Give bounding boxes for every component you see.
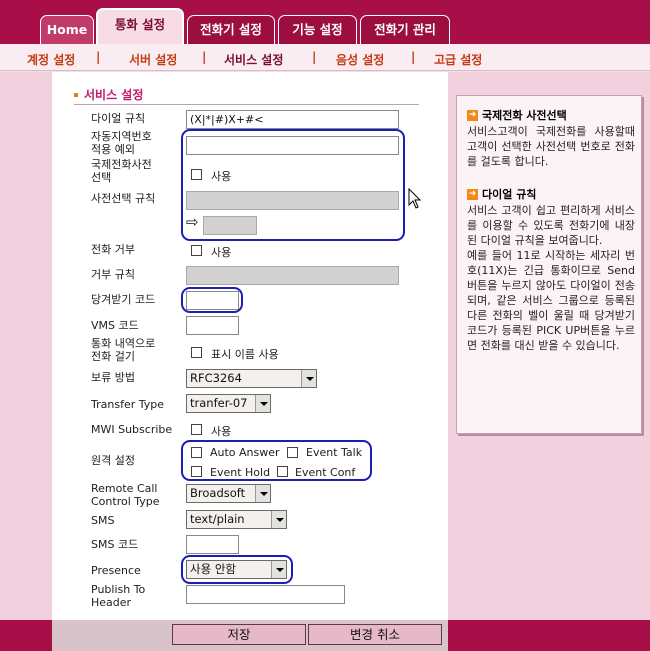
sms-code-input[interactable] [186,535,239,554]
reject-rule-label: 거부 규칙 [91,268,135,281]
highlight-box [181,555,293,584]
tab-call-settings[interactable]: 통화 설정 [96,8,184,45]
bullet-icon [74,92,78,97]
display-name-checkbox-label: 표시 이름 사용 [211,348,279,361]
sms-select[interactable]: text/plain [186,510,287,529]
area-code-label: 자동지역번호 적용 예외 [91,130,152,156]
highlight-box [181,129,405,241]
section-divider [74,104,419,105]
chevron-down-icon[interactable] [255,395,270,412]
hold-method-value: RFC3264 [190,371,242,385]
help-title-intl: ➜ 국제전화 사전선택 [467,109,567,122]
subnav-separator: | [202,50,207,64]
reject-rule-input [186,266,399,285]
prefix-rule-label: 사전선택 규칙 [91,192,156,205]
tab-home[interactable]: Home [40,15,94,44]
intl-preselect-label: 국제전화사전 선택 [91,158,152,184]
subnav-separator: | [312,50,317,64]
hold-method-label: 보류 방법 [91,371,135,384]
presence-label: Presence [91,564,141,577]
publish-to-header-input[interactable] [186,585,345,604]
transfer-type-label: Transfer Type [91,398,164,411]
vms-code-input[interactable] [186,316,239,335]
subnav-advanced[interactable]: 고급 설정 [434,51,482,68]
subnav-separator: | [411,50,416,64]
vms-code-label: VMS 코드 [91,319,139,332]
mouse-cursor-icon [408,188,422,209]
call-reject-label: 전화 거부 [91,243,135,256]
transfer-type-select[interactable]: tranfer-07 [186,394,271,413]
tab-feature-settings[interactable]: 기능 설정 [278,15,357,44]
tab-phone-settings[interactable]: 전화기 설정 [187,15,275,44]
highlight-box [181,287,243,313]
hold-method-select[interactable]: RFC3264 [186,369,317,388]
help-text-dial-rule-1: 서비스 고객이 쉽고 편리하게 서비스를 이용할 수 있도록 전화기에 내장된 … [467,204,635,247]
help-panel: ➜ 국제전화 사전선택 서비스고객이 국제전화를 사용할때 고객이 선택한 사전… [456,95,642,434]
sms-label: SMS [91,514,115,527]
display-name-checkbox[interactable] [191,347,202,358]
section-title: 서비스 설정 [74,86,143,103]
subnav-server[interactable]: 서버 설정 [129,51,177,68]
subnav-audio[interactable]: 음성 설정 [336,51,384,68]
highlight-box [181,440,372,481]
sms-value: text/plain [190,512,245,526]
tab-phone-management[interactable]: 전화기 관리 [360,15,450,44]
publish-to-header-label: Publish To Header [91,583,146,609]
left-margin [0,72,52,620]
chevron-down-icon[interactable] [255,485,270,502]
dial-rule-label: 다이얼 규칙 [91,112,146,125]
arrow-right-icon: ➜ [467,189,478,200]
arrow-right-icon: ➜ [467,110,478,121]
subnav-service[interactable]: 서비스 설정 [224,51,283,68]
remote-call-control-value: Broadsoft [190,486,246,500]
call-history-label: 통화 내역으로 전화 걸기 [91,337,156,363]
remote-call-control-select[interactable]: Broadsoft [186,484,271,503]
transfer-type-value: tranfer-07 [190,396,248,410]
subnav-account[interactable]: 계정 설정 [27,51,75,68]
subnav-separator: | [96,50,101,64]
help-text-dial-rule-2: 예를 들어 11로 시작하는 세자리 번호(11X)는 긴급 통화이므로 Sen… [467,249,635,352]
mwi-subscribe-label: MWI Subscribe [91,423,173,436]
sms-code-label: SMS 코드 [91,538,139,551]
help-title-dial-rule: ➜ 다이얼 규칙 [467,188,537,201]
help-text-intl: 서비스고객이 국제전화를 사용할때 고객이 선택한 사전선택 번호로 전화를 걸… [467,125,635,168]
save-button[interactable]: 저장 [172,624,306,645]
mwi-subscribe-checkbox[interactable] [191,424,202,435]
remote-call-control-label: Remote Call Control Type [91,482,160,508]
mwi-subscribe-checkbox-label: 사용 [211,425,232,438]
cancel-changes-button[interactable]: 변경 취소 [308,624,442,645]
dial-rule-input[interactable]: (X|*|#)X+#< [186,110,399,129]
section-title-text: 서비스 설정 [84,88,144,102]
call-reject-checkbox-label: 사용 [211,246,232,259]
call-reject-checkbox[interactable] [191,245,202,256]
chevron-down-icon[interactable] [271,511,286,528]
chevron-down-icon[interactable] [301,370,316,387]
pickup-code-label: 당겨받기 코드 [91,293,156,306]
remote-settings-label: 원격 설정 [91,454,135,467]
